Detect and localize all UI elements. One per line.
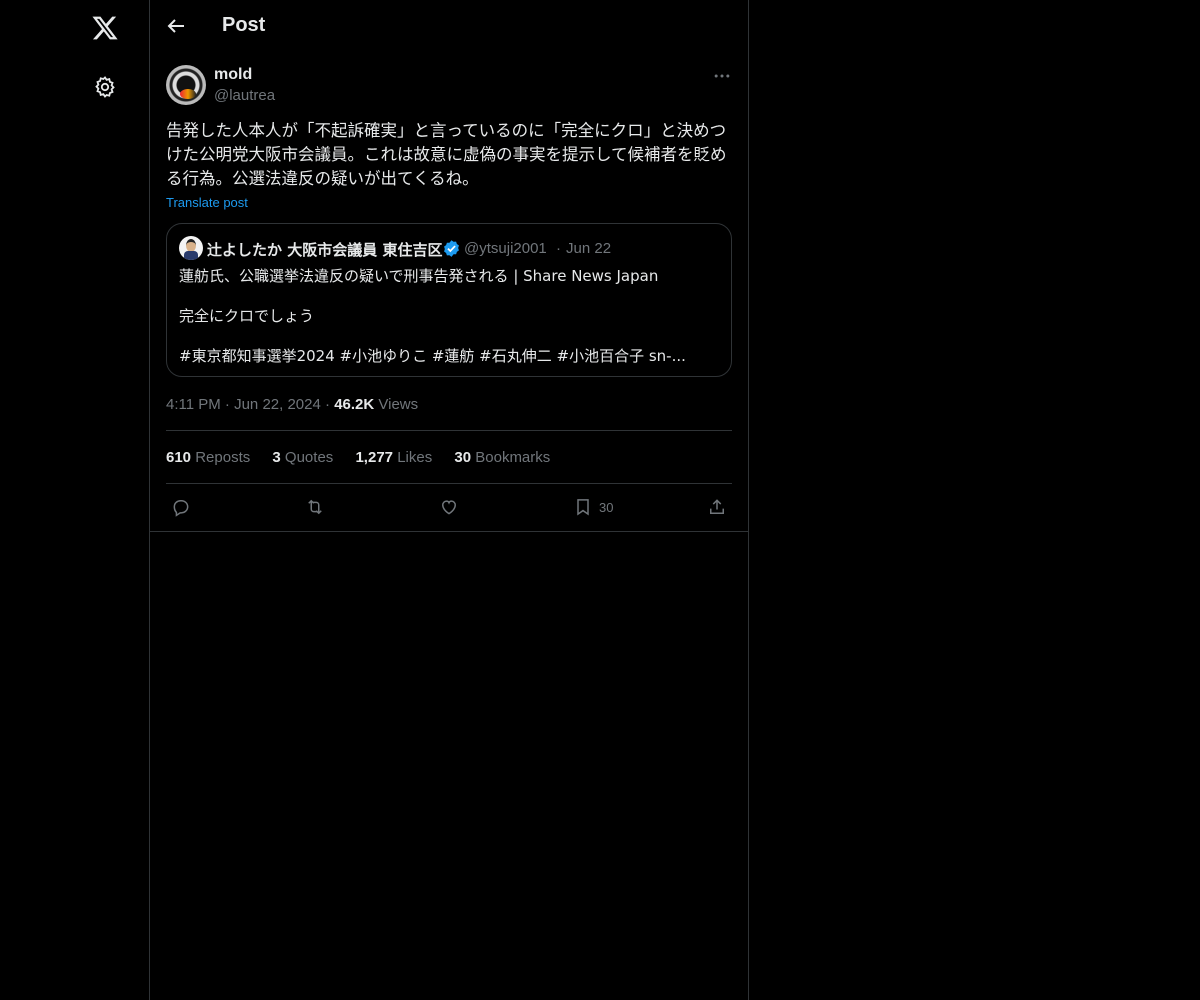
author-handle[interactable]: @lautrea [214,87,275,104]
divider [166,430,732,431]
quoted-author-name: 辻よしたか 大阪市会議員 東住吉区 [207,241,443,259]
quoted-text-line-2: 完全にクロでしょう [179,307,315,325]
heart-icon [441,500,457,515]
engagement-stats: 610 Reposts 3 Quotes 1,277 Likes 30 Book… [166,449,568,466]
views-count: 46.2K [334,396,375,413]
quoted-author-handle: @ytsuji2001 [464,240,547,257]
separator: · [224,396,230,413]
quotes-stat[interactable]: 3 Quotes [272,449,333,466]
bookmark-count: 30 [599,499,614,515]
repost-button[interactable] [305,496,325,518]
bookmark-button[interactable]: 30 [573,496,613,518]
translate-post-link[interactable]: Translate post [166,195,248,210]
separator: · [325,396,331,413]
arrow-left-icon[interactable] [164,14,188,38]
main-column: Post mold @lautrea 告発した人本人が「不起訴確実」と言っている… [150,0,749,1000]
share-icon [710,499,724,514]
post-text: 告発した人本人が「不起訴確実」と言っているのに「完全にクロ」と決めつけた公明党大… [166,121,727,188]
quoted-post[interactable]: 辻よしたか 大阪市会議員 東住吉区 @ytsuji2001 · Jun 22 蓮… [166,223,732,377]
reply-button[interactable] [171,496,191,518]
bookmarks-stat[interactable]: 30 Bookmarks [454,449,550,466]
share-button[interactable] [707,496,727,518]
quoted-date: Jun 22 [566,240,612,257]
quoted-avatar [179,236,203,260]
avatar[interactable] [166,65,206,105]
divider [150,531,748,532]
repost-icon [308,499,322,515]
bookmark-icon [577,499,589,516]
quoted-text-line-1: 蓮舫氏、公職選挙法違反の疑いで刑事告発される | Share News Japa… [179,267,659,285]
left-nav [0,0,150,1000]
divider [166,483,732,484]
gear-icon[interactable] [93,75,117,99]
page-title: Post [222,14,266,36]
more-horizontal-icon[interactable] [712,66,732,86]
post-meta: 4:11 PM · Jun 22, 2024 · 46.2K Views [166,396,418,413]
author-name[interactable]: mold [214,66,252,84]
verified-badge-icon [444,240,459,257]
post-date[interactable]: Jun 22, 2024 [234,396,321,413]
reply-icon [173,500,189,517]
separator: · [556,240,561,257]
post-time[interactable]: 4:11 PM [166,396,221,413]
views-label: Views [378,396,419,413]
x-logo-icon[interactable] [91,14,119,42]
like-button[interactable] [439,496,459,518]
quoted-text-line-3: #東京都知事選挙2024 #小池ゆりこ #蓮舫 #石丸伸二 #小池百合子 sn-… [179,347,686,365]
action-bar: 30 [166,496,732,518]
page: Post mold @lautrea 告発した人本人が「不起訴確実」と言っている… [0,0,1200,1000]
reposts-stat[interactable]: 610 Reposts [166,449,250,466]
likes-stat[interactable]: 1,277 Likes [355,449,432,466]
header: Post [150,0,748,53]
